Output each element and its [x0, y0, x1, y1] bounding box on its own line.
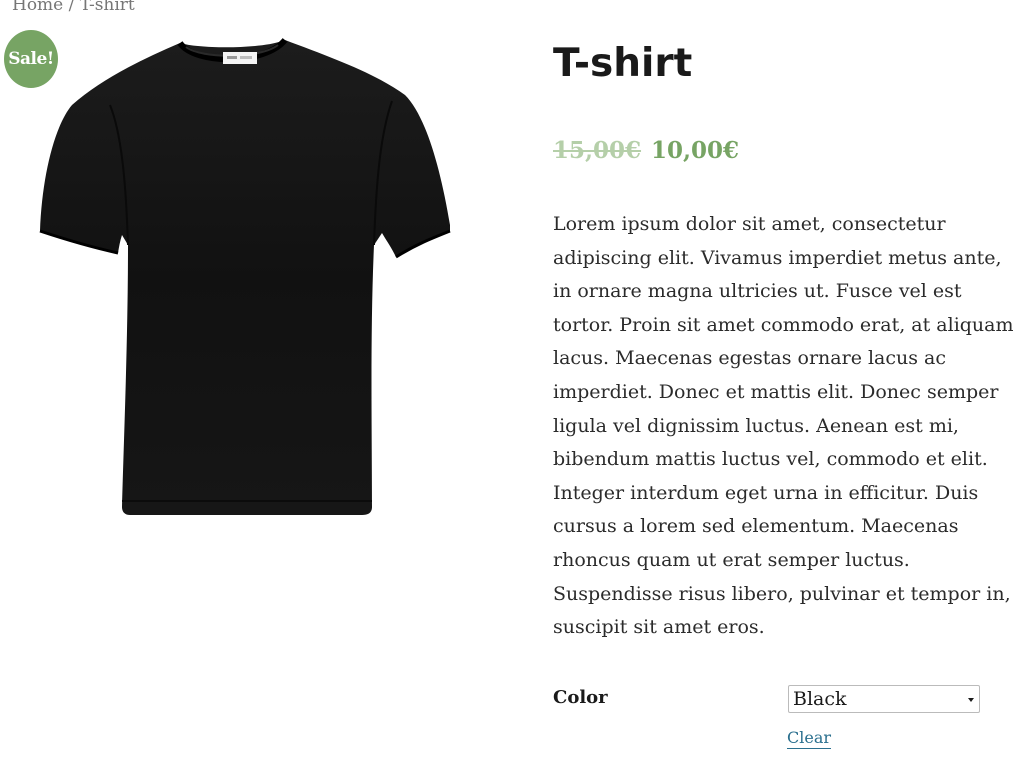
- regular-price: 15,00€: [553, 137, 642, 164]
- product-image[interactable]: [30, 35, 460, 525]
- breadcrumb-separator: /: [63, 0, 80, 15]
- product-title: T-shirt: [553, 41, 693, 86]
- product-description: Lorem ipsum dolor sit amet, consectetur …: [553, 213, 1014, 639]
- breadcrumb-home-link[interactable]: Home: [12, 0, 63, 15]
- breadcrumb-current: T-shirt: [79, 0, 135, 15]
- black-tshirt-image: [39, 37, 451, 515]
- sale-badge: Sale!: [4, 30, 58, 88]
- color-select-value: Black: [793, 688, 847, 710]
- sale-price: 10,00€: [651, 137, 740, 164]
- color-label: Color: [553, 687, 608, 708]
- product-price: 15,00€ 10,00€: [553, 136, 739, 166]
- clear-variations-link[interactable]: Clear: [787, 728, 832, 749]
- breadcrumb: Home / T-shirt: [12, 0, 135, 15]
- color-select[interactable]: Black: [788, 685, 980, 713]
- chevron-down-icon: [968, 698, 974, 702]
